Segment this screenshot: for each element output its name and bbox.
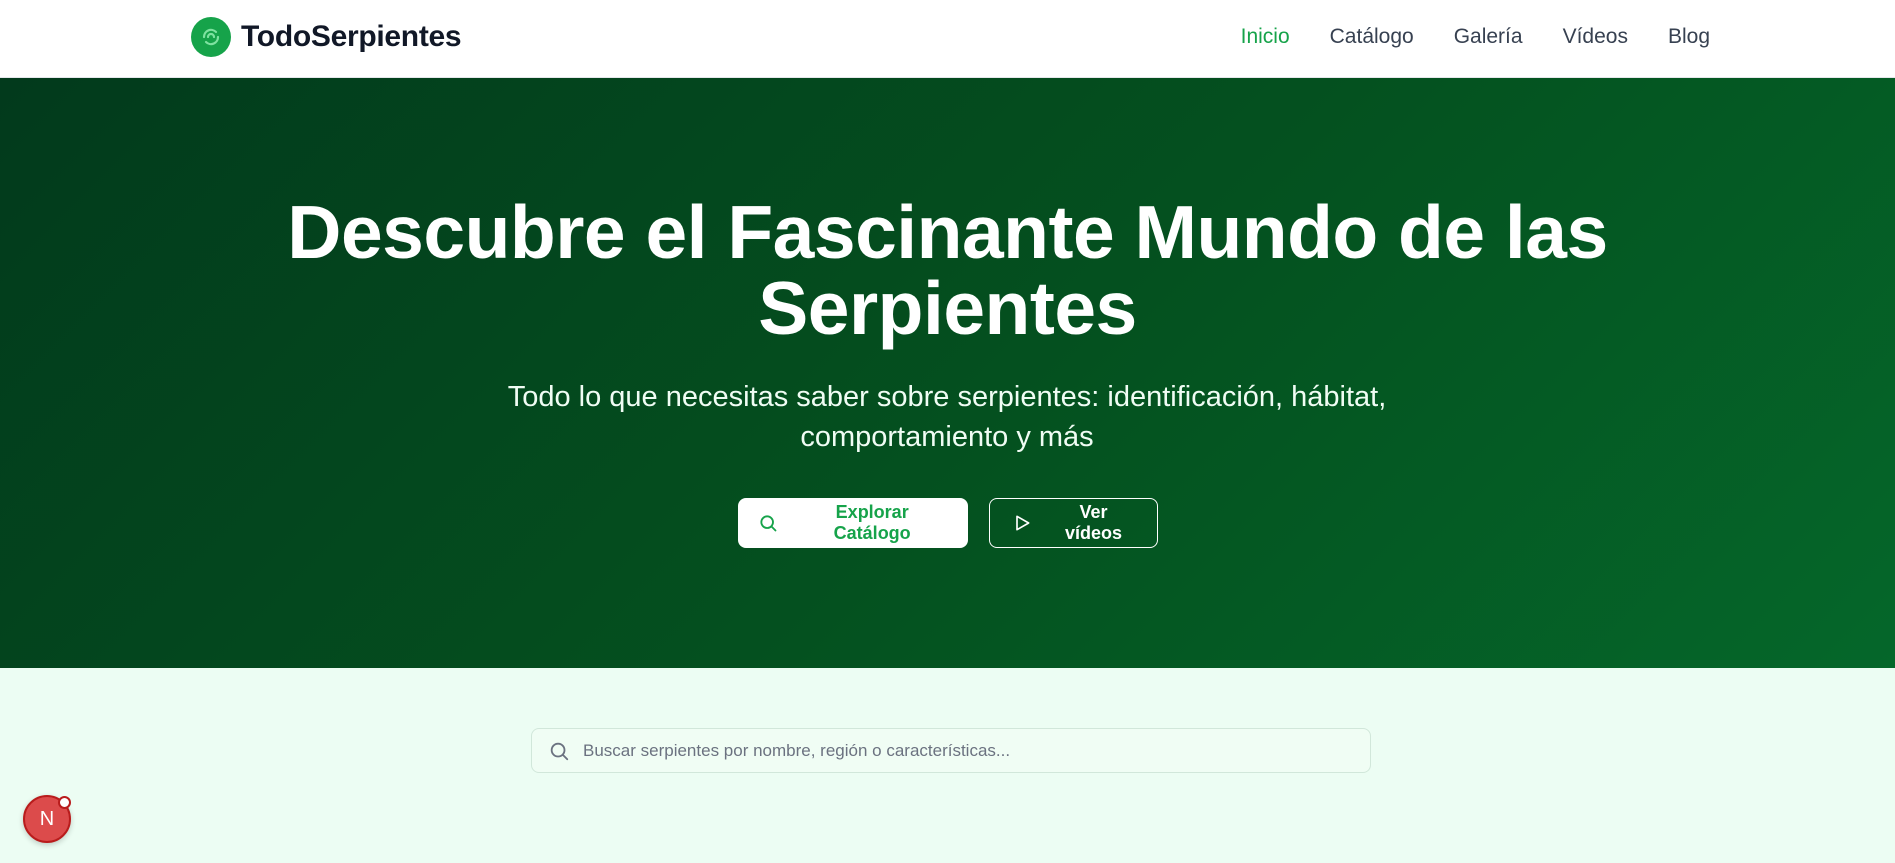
nav-item-galeria[interactable]: Galería [1454, 22, 1523, 52]
play-icon [1012, 512, 1033, 534]
notification-dot-icon [58, 796, 71, 809]
hero-subtitle: Todo lo que necesitas saber sobre serpie… [507, 381, 1387, 453]
search-bar [531, 728, 1371, 773]
nav-item-blog[interactable]: Blog [1668, 22, 1710, 52]
brand-name: TodoSerpientes [241, 20, 462, 53]
search-input[interactable] [583, 729, 1370, 772]
watch-videos-label: Ver vídeos [1064, 502, 1123, 543]
search-icon [758, 512, 779, 534]
site-header: TodoSerpientes Inicio Catálogo Galería V… [0, 0, 1895, 78]
nav-item-catalogo[interactable]: Catálogo [1330, 22, 1414, 52]
watch-videos-button[interactable]: Ver vídeos [988, 498, 1158, 548]
hero-title: Descubre el Fascinante Mundo de las Serp… [287, 190, 1608, 350]
hero-actions: Explorar Catálogo Ver vídeos [0, 498, 1895, 548]
snake-logo-icon [191, 17, 231, 57]
search-icon [547, 739, 571, 763]
explore-catalog-button[interactable]: Explorar Catálogo [737, 498, 968, 548]
explore-catalog-label: Explorar Catálogo [833, 502, 911, 543]
nav-item-inicio[interactable]: Inicio [1241, 22, 1290, 52]
brand-logo-link[interactable]: TodoSerpientes [191, 17, 462, 57]
main-nav: Inicio Catálogo Galería Vídeos Blog [1241, 22, 1710, 52]
hero-section: Descubre el Fascinante Mundo de las Serp… [0, 78, 1895, 668]
nav-item-videos[interactable]: Vídeos [1563, 22, 1628, 52]
